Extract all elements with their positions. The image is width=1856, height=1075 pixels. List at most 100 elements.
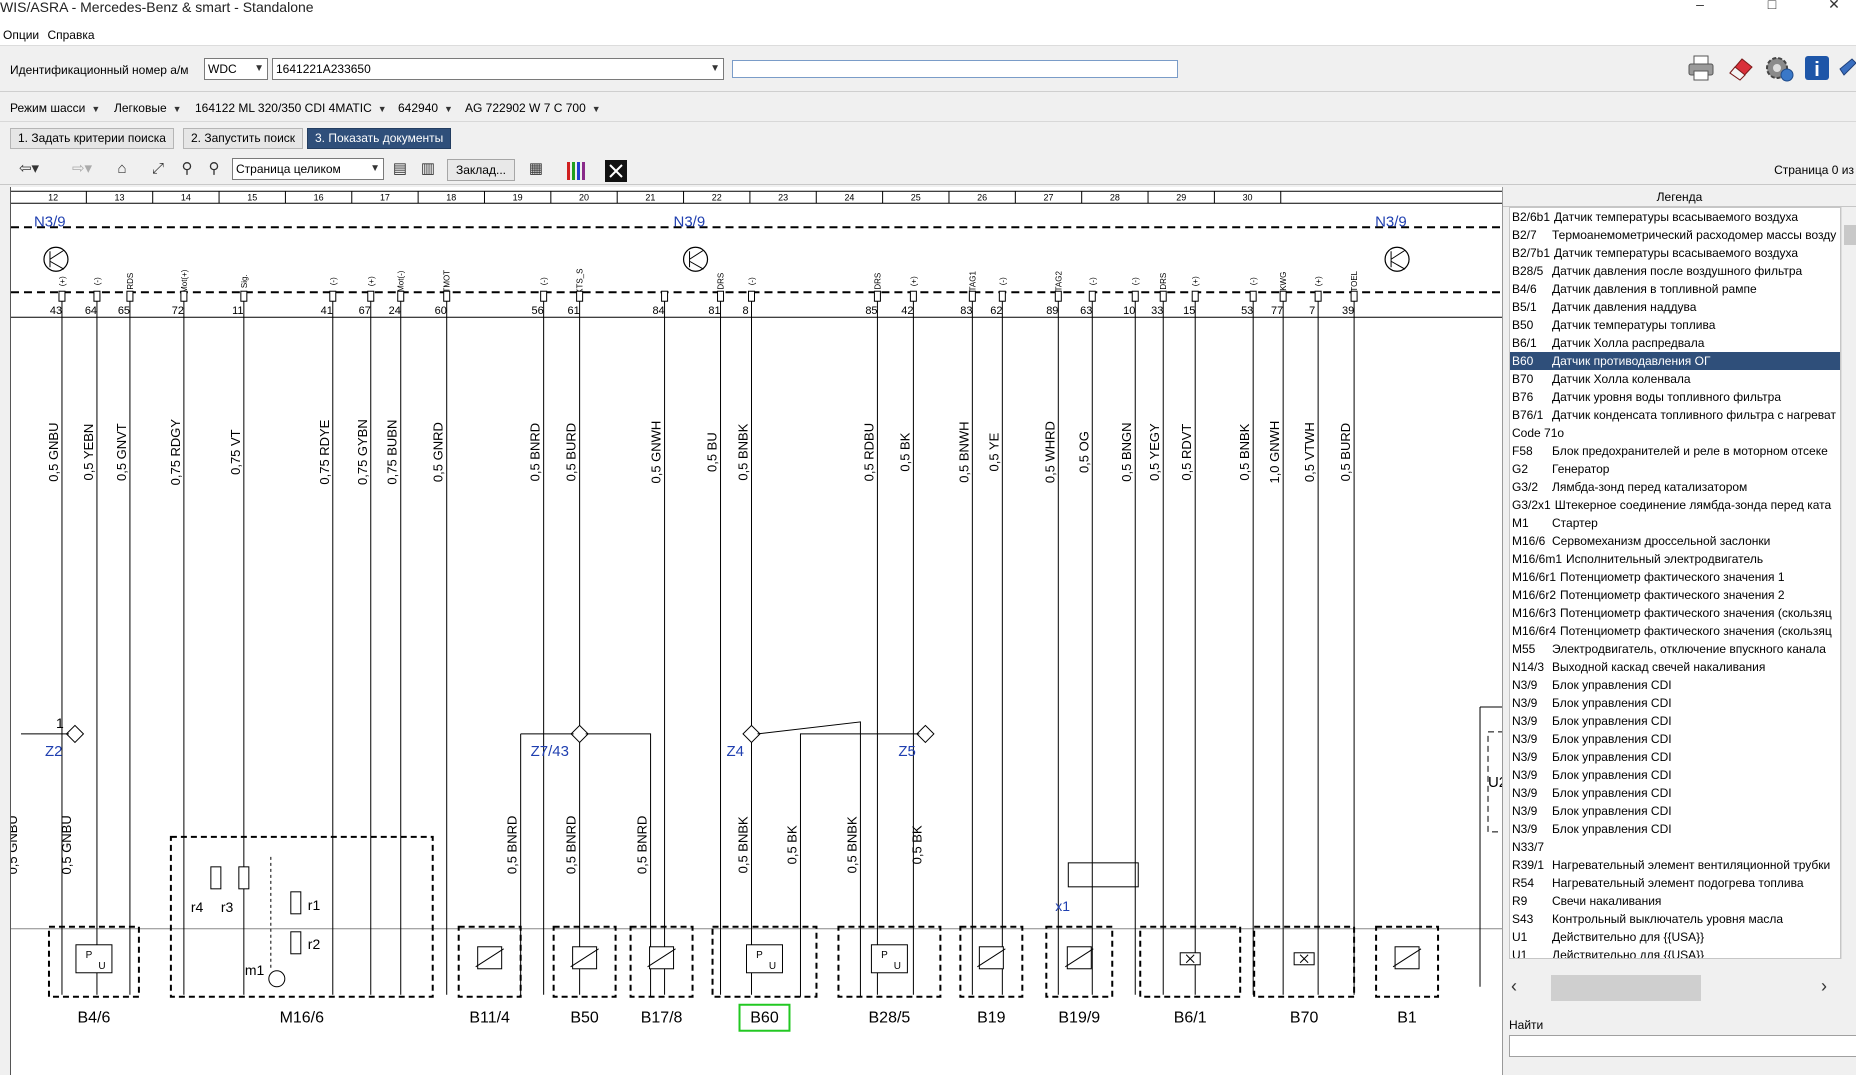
book-icon[interactable] (1838, 53, 1856, 83)
pages-icon[interactable]: ▥ (416, 159, 440, 181)
menu-help[interactable]: Справка (47, 28, 94, 42)
legend-item[interactable]: G2 Генератор (1510, 460, 1840, 478)
legend-item-text: Датчик Холла распредвала (1552, 336, 1705, 350)
legend-item[interactable]: G3/2x1 Штекерное соединение лямбда-зонда … (1510, 496, 1840, 514)
legend-item[interactable]: M16/6r3 Потенциометр фактического значени… (1510, 604, 1840, 622)
step-set-criteria[interactable]: 1. Задать критерии поиска (10, 128, 174, 149)
contrast-icon[interactable] (604, 159, 628, 183)
legend-item[interactable]: S43 Контрольный выключатель уровня масла (1510, 910, 1840, 928)
pin-terminal (329, 290, 337, 302)
wire-label: 0,5 GNBU (46, 423, 61, 482)
scroll-thumb[interactable] (1551, 975, 1701, 1001)
wire-label: 0,5 YEBN (81, 424, 96, 481)
legend-vertical-scrollbar[interactable] (1841, 207, 1856, 959)
home-icon[interactable]: ⌂ (110, 159, 134, 181)
legend-item-code: R9 (1512, 894, 1528, 908)
legend-item[interactable]: M16/6r2 Потенциометр фактического значени… (1510, 586, 1840, 604)
legend-item[interactable]: R39/1 Нагревательный элемент вентиляционн… (1510, 856, 1840, 874)
zoom-fit-icon[interactable]: ⤢ (146, 159, 170, 181)
ecu-block: N3/9 N3/9 N3/9 (+) 43 (-) 64 RDS 65 Mot(+) 72 Sig. 1… (11, 213, 1505, 318)
legend-item[interactable]: U1 Действительно для {{USA}} (1510, 928, 1840, 946)
legend-item[interactable]: N3/9 Блок управления CDI (1510, 802, 1840, 820)
legend-item[interactable]: N14/3 Выходной каскад свечей накаливания (1510, 658, 1840, 676)
legend-item[interactable]: M55 Электродвигатель, отключение впускног… (1510, 640, 1840, 658)
zoom-in-icon[interactable]: ⚲ (202, 159, 226, 181)
legend-item[interactable]: N3/9 Блок управления CDI (1510, 766, 1840, 784)
legend-item[interactable]: G3/2 Лямбда-зонд перед катализатором (1510, 478, 1840, 496)
legend-item[interactable]: U1 Действительно для {{USA}} (1510, 946, 1840, 958)
legend-item[interactable]: B60 Датчик противодавления ОГ (1510, 352, 1840, 370)
pin-terminal (540, 290, 548, 302)
zoom-out-icon[interactable]: ⚲ (175, 159, 199, 181)
step-show-documents[interactable]: 3. Показать документы (307, 128, 452, 149)
chevron-right-icon[interactable]: › (1821, 976, 1827, 997)
pin-terminal (180, 290, 188, 302)
legend-item[interactable]: N3/9 Блок управления CDI (1510, 784, 1840, 802)
color-wires-icon[interactable] (565, 161, 589, 181)
forward-icon[interactable]: ⇨▾ (60, 159, 104, 181)
minimize-button[interactable]: – (1680, 0, 1720, 11)
legend-item[interactable]: N3/9 Блок управления CDI (1510, 694, 1840, 712)
criteria-chassis-mode[interactable]: Режим шасси ▼ (10, 98, 100, 118)
step-run-search[interactable]: 2. Запустить поиск (183, 128, 304, 149)
bookmark-button[interactable]: Заклад... (447, 159, 515, 181)
printer-icon[interactable] (1686, 53, 1716, 83)
legend-item[interactable]: B28/5 Датчик давления после воздушного фи… (1510, 262, 1840, 280)
legend-item[interactable]: M16/6m1 Исполнительный электродвигатель (1510, 550, 1840, 568)
criteria-transmission[interactable]: AG 722902 W 7 C 700 ▼ (465, 98, 601, 118)
page-icon[interactable]: ▤ (388, 159, 412, 181)
pin-number: 60 (435, 305, 447, 317)
pin-signal: TAG2 (1054, 271, 1063, 292)
pin-number: 63 (1080, 305, 1092, 317)
legend-item[interactable]: B4/6 Датчик давления в топливной рампе (1510, 280, 1840, 298)
legend-item[interactable]: B2/7 Термоанемометрический расходомер мас… (1510, 226, 1840, 244)
vin-prefix-select[interactable]: WDC ▼ (204, 58, 268, 80)
criteria-vehicle-class[interactable]: Легковые ▼ (114, 98, 182, 118)
find-input[interactable] (1509, 1035, 1856, 1057)
legend-item[interactable]: B50 Датчик температуры топлива (1510, 316, 1840, 334)
legend-item[interactable]: F58 Блок предохранителей и реле в моторно… (1510, 442, 1840, 460)
legend-item[interactable]: N3/9 Блок управления CDI (1510, 712, 1840, 730)
ecu-label: N3/9 (674, 213, 706, 230)
legend-item-text: Датчик температуры всасываемого воздуха (1554, 210, 1799, 224)
legend-item[interactable]: M16/6 Сервомеханизм дроссельной заслонки (1510, 532, 1840, 550)
legend-item[interactable]: M1 Стартер (1510, 514, 1840, 532)
gear-icon[interactable] (1764, 53, 1794, 83)
legend-item[interactable]: N3/9 Блок управления CDI (1510, 820, 1840, 838)
maximize-button[interactable]: □ (1752, 0, 1792, 11)
legend-item[interactable]: R54 Нагревательный элемент подогрева топл… (1510, 874, 1840, 892)
legend-horizontal-scrollbar[interactable]: ‹ › (1509, 973, 1856, 1003)
wire-label: 0,75 RDGY (168, 419, 183, 486)
vin-select[interactable]: 1641221A233650 ▼ (272, 58, 724, 80)
wiring-diagram[interactable]: 12 13 14 15 16 17 18 19 20 21 22 23 24 25 26 27 28 29 30 N… (10, 187, 1505, 1075)
legend-item[interactable]: M16/6r1 Потенциометр фактического значени… (1510, 568, 1840, 586)
legend-item[interactable]: B76 Датчик уровня воды топливного фильтра (1510, 388, 1840, 406)
legend-item[interactable]: M16/6r4 Потенциометр фактического значени… (1510, 622, 1840, 640)
legend-item[interactable]: N3/9 Блок управления CDI (1510, 676, 1840, 694)
legend-item[interactable]: B2/6b1 Датчик температуры всасываемого во… (1510, 208, 1840, 226)
menu-options[interactable]: Опции (3, 28, 39, 42)
legend-item[interactable]: Code 71o (1510, 424, 1840, 442)
legend-list[interactable]: B2/6b1 Датчик температуры всасываемого во… (1509, 207, 1841, 959)
info-icon[interactable]: i (1802, 53, 1832, 83)
scroll-thumb[interactable] (1844, 225, 1856, 245)
eraser-icon[interactable] (1726, 53, 1756, 83)
grid-icon[interactable]: ▦ (524, 159, 548, 181)
legend-item[interactable]: N3/9 Блок управления CDI (1510, 730, 1840, 748)
pin-signal: (-) (93, 277, 102, 285)
zoom-select[interactable]: Страница целиком ▼ (232, 158, 384, 180)
legend-item-code: B70 (1512, 372, 1534, 386)
legend-item[interactable]: B6/1 Датчик Холла распредвала (1510, 334, 1840, 352)
legend-item[interactable]: B76/1 Датчик конденсата топливного фильтр… (1510, 406, 1840, 424)
legend-item[interactable]: B2/7b1 Датчик температуры всасываемого во… (1510, 244, 1840, 262)
legend-item[interactable]: B5/1 Датчик давления наддува (1510, 298, 1840, 316)
criteria-engine[interactable]: 642940 ▼ (398, 98, 453, 118)
legend-item[interactable]: N3/9 Блок управления CDI (1510, 748, 1840, 766)
legend-item[interactable]: N33/7 (1510, 838, 1840, 856)
close-button[interactable]: ✕ (1814, 0, 1854, 11)
legend-item[interactable]: B70 Датчик Холла коленвала (1510, 370, 1840, 388)
back-icon[interactable]: ⇦▾ (10, 159, 48, 181)
chevron-left-icon[interactable]: ‹ (1511, 976, 1517, 997)
legend-item[interactable]: R9 Свечи накаливания (1510, 892, 1840, 910)
criteria-model[interactable]: 164122 ML 320/350 CDI 4MATIC ▼ (195, 98, 387, 118)
